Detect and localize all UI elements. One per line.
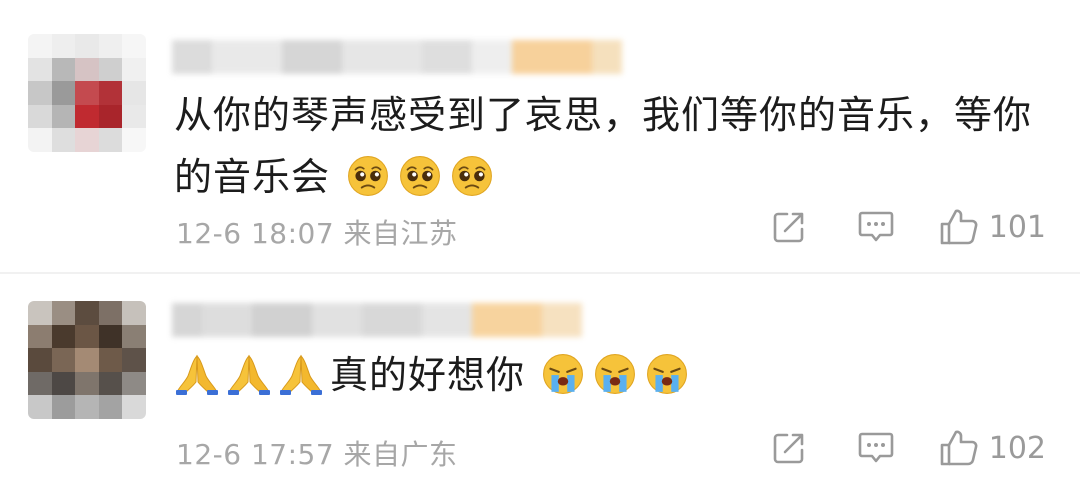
comment-text-body: 真的好想你: [330, 353, 526, 397]
timestamp: 12-6 17:57: [176, 438, 335, 471]
comment-meta: 12-6 17:57 来自广东: [176, 433, 458, 473]
loudly-crying-face-icon: [543, 354, 584, 394]
comment-item: 真的好想你 12-6 17:57 来自广东 102: [0, 273, 1080, 500]
thumbs-up-icon: [940, 430, 978, 466]
like-count: 101: [988, 209, 1046, 245]
comment-text-line2: 的音乐会: [174, 155, 331, 199]
like-count: 102: [988, 430, 1046, 466]
timestamp: 12-6 18:07: [176, 217, 335, 250]
avatar[interactable]: [28, 301, 146, 419]
username-blurred[interactable]: [172, 40, 622, 74]
folded-hands-icon: [228, 354, 270, 395]
username-blurred[interactable]: [172, 303, 582, 337]
share-icon: [773, 212, 804, 243]
folded-hands-icon: [280, 354, 322, 395]
pleading-face-icon: [452, 156, 493, 196]
folded-hands-icon: [176, 354, 218, 395]
share-icon: [773, 433, 804, 464]
loudly-crying-face-icon: [595, 354, 636, 394]
comment-actions: 102: [771, 429, 1046, 467]
comment-text-line1: 从你的琴声感受到了哀思，我们等你的音乐，等你: [174, 93, 1033, 137]
location: 来自江苏: [343, 217, 458, 250]
pleading-face-icon: [348, 156, 389, 196]
share-button[interactable]: [771, 209, 807, 245]
like-button[interactable]: 102: [939, 429, 1046, 467]
thumbs-up-icon: [940, 209, 978, 245]
location: 来自广东: [343, 438, 458, 471]
comment-item: 从你的琴声感受到了哀思，我们等你的音乐，等你 的音乐会 12-6 18:07 来…: [0, 0, 1080, 273]
comment-icon: [858, 432, 894, 463]
comment-text: 从你的琴声感受到了哀思，我们等你的音乐，等你 的音乐会: [174, 84, 1034, 208]
comment-actions: 101: [771, 208, 1046, 246]
pleading-face-icon: [400, 156, 441, 196]
reply-button[interactable]: [857, 430, 895, 466]
share-button[interactable]: [771, 430, 807, 466]
comment-icon: [858, 211, 894, 242]
loudly-crying-face-icon: [647, 354, 688, 394]
avatar[interactable]: [28, 34, 146, 152]
like-button[interactable]: 101: [939, 208, 1046, 246]
comment-text: 真的好想你: [174, 344, 1034, 406]
comment-meta: 12-6 18:07 来自江苏: [176, 212, 458, 252]
reply-button[interactable]: [857, 209, 895, 245]
